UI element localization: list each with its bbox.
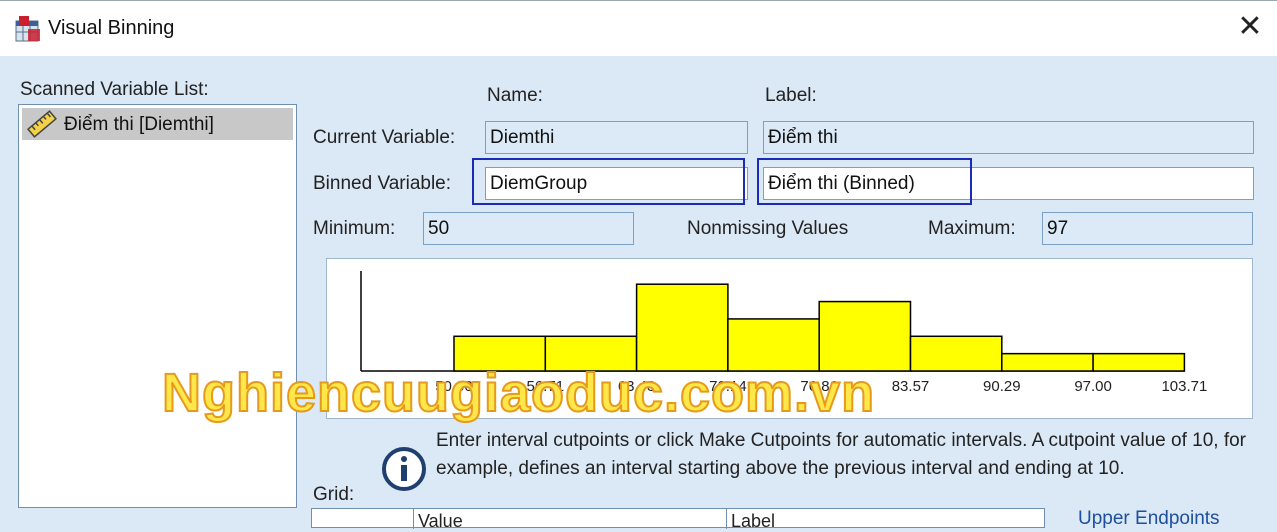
grid-table[interactable]: Value Label: [311, 508, 1045, 531]
info-text: Enter interval cutpoints or click Make C…: [436, 430, 1247, 479]
scanned-variable-list[interactable]: Điểm thi [Diemthi]: [18, 104, 297, 508]
scanned-variable-list-label: Scanned Variable List:: [20, 79, 209, 100]
close-icon[interactable]: ✕: [1236, 12, 1264, 42]
spss-app-icon: [15, 16, 40, 42]
minimum-value-field: 50: [423, 212, 634, 245]
grid-column-divider: [726, 509, 727, 529]
histogram-bar: [1092, 352, 1186, 372]
title-bar: Visual Binning ✕: [0, 0, 1277, 56]
x-tick-label: 83.57: [892, 378, 930, 395]
label-header: Label:: [765, 85, 817, 106]
minimum-label: Minimum:: [313, 218, 396, 239]
info-icon: [382, 447, 426, 491]
x-tick-label: 103.71: [1161, 378, 1207, 395]
current-variable-label: Current Variable:: [313, 127, 456, 148]
watermark-text: Nghiencuugiaoduc.com.vn: [161, 362, 876, 424]
window-title: Visual Binning: [48, 17, 175, 39]
histogram-bar: [818, 300, 912, 372]
list-item[interactable]: Điểm thi [Diemthi]: [22, 108, 293, 140]
maximum-label: Maximum:: [928, 218, 1016, 239]
histogram-bar: [1001, 352, 1094, 372]
histogram-bar: [909, 335, 1003, 372]
grid-header-value: Value: [418, 511, 463, 531]
grid-column-divider: [413, 509, 414, 529]
histogram-bar: [635, 283, 729, 372]
name-header: Name:: [487, 85, 543, 106]
current-variable-label-field: Điểm thi: [763, 121, 1254, 154]
highlight-box-label: [757, 158, 972, 205]
x-tick-label: 90.29: [983, 378, 1021, 395]
list-item-label: Điểm thi [Diemthi]: [64, 114, 214, 135]
grid-header-label: Label: [731, 511, 776, 531]
nonmissing-values-label: Nonmissing Values: [687, 218, 849, 239]
binned-variable-label: Binned Variable:: [313, 173, 452, 194]
x-tick-label: 97.00: [1074, 378, 1112, 395]
maximum-value-field: 97: [1042, 212, 1253, 245]
upper-endpoints-label: Upper Endpoints: [1078, 508, 1220, 529]
highlight-box-name: [472, 158, 745, 205]
grid-label: Grid:: [313, 484, 355, 505]
ruler-icon: [27, 110, 57, 138]
current-variable-name-field: Diemthi: [485, 121, 748, 154]
